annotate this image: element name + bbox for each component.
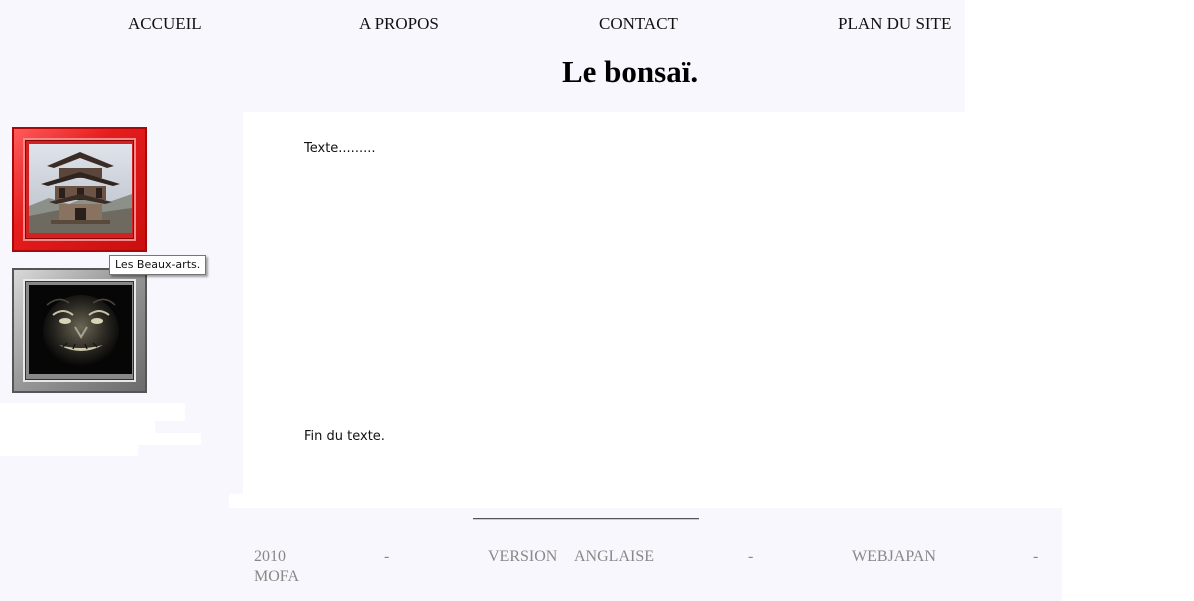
page-title: Le bonsaï. [562,54,699,89]
decorative-smudge [0,420,155,434]
demon-mask-image [29,285,132,374]
image-tooltip: Les Beaux-arts. [109,255,207,275]
decorative-smudge [0,444,138,456]
mask-thumbnail-frame [23,279,136,382]
sidebar-background-lower [0,494,229,601]
footer-link-version[interactable]: VERSION [488,548,557,566]
decorative-smudge [0,403,185,421]
nav-link-plan-du-site[interactable]: PLAN DU SITE [838,14,951,34]
footer-separator: - [748,548,754,565]
nav-link-a-propos[interactable]: A PROPOS [359,14,439,34]
pagoda-image [29,144,132,233]
pagoda-thumbnail-frame [23,138,136,241]
footer-link-anglaise[interactable]: ANGLAISE [574,548,654,566]
footer-link-webjapan[interactable]: WEBJAPAN [852,548,936,566]
nav-link-accueil[interactable]: ACCUEIL [128,14,202,34]
footer-divider [473,518,699,520]
footer-separator: - [384,548,390,565]
footer-separator: - [1033,548,1039,565]
content-end-text: Fin du texte. [304,429,385,444]
footer-link-mofa[interactable]: MOFA [254,568,299,586]
footer-year: 2010 [254,548,286,565]
nav-link-contact[interactable]: CONTACT [599,14,678,34]
mask-thumbnail-link[interactable] [12,268,147,393]
pagoda-thumbnail-link[interactable] [12,127,147,252]
content-intro-text: Texte......... [304,141,376,156]
